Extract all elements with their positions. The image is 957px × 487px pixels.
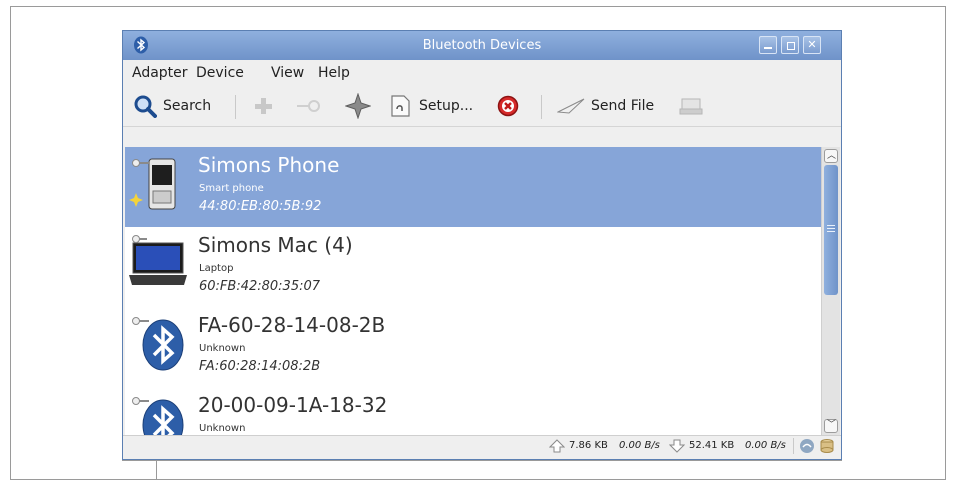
download-rate: 0.00 B/s — [745, 440, 786, 451]
bluetooth-icon — [132, 317, 184, 371]
device-row[interactable]: Simons Phone Smart phone 44:80:EB:80:5B:… — [125, 147, 821, 227]
scroll-thumb[interactable] — [824, 165, 838, 295]
maximize-button[interactable] — [781, 36, 799, 54]
remove-button[interactable] — [497, 94, 519, 118]
device-name: 20-00-09-1A-18-32 — [198, 393, 388, 417]
phone-icon — [129, 158, 176, 210]
close-icon: ✕ — [807, 38, 817, 51]
folder-icon — [679, 98, 703, 115]
device-type: Smart phone — [199, 183, 264, 194]
setup-button[interactable]: Setup... — [389, 94, 473, 118]
key-icon — [297, 100, 320, 112]
storage-icon — [820, 439, 834, 453]
window-bottom-edge — [122, 460, 842, 461]
send-file-label: Send File — [591, 98, 655, 114]
paper-plane-icon — [557, 98, 585, 114]
window-title: Bluetooth Devices — [422, 38, 542, 53]
setup-icon — [391, 95, 410, 117]
menu-adapter[interactable]: Adapter — [132, 65, 188, 81]
add-device-button[interactable] — [253, 94, 273, 118]
minimize-icon — [764, 47, 772, 49]
pair-button[interactable] — [345, 93, 371, 119]
browse-device-button[interactable] — [679, 94, 703, 118]
network-icon — [800, 439, 814, 453]
upload-rate: 0.00 B/s — [619, 440, 660, 451]
toolbar: Search Setup... Send File — [123, 86, 841, 127]
menu-device[interactable]: Device — [196, 65, 244, 81]
device-name: Simons Phone — [198, 153, 340, 177]
search-icon — [134, 95, 157, 118]
setup-label: Setup... — [419, 98, 474, 114]
device-row[interactable]: 20-00-09-1A-18-32 Unknown — [125, 387, 821, 435]
menu-help[interactable]: Help — [318, 65, 350, 81]
status-bar: 7.86 KB 0.00 B/s 52.41 KB 0.00 B/s — [123, 435, 841, 456]
maximize-icon — [787, 42, 795, 50]
upload-total: 7.86 KB — [569, 440, 608, 451]
device-address: 44:80:EB:80:5B:92 — [199, 199, 322, 214]
send-file-button[interactable]: Send File — [557, 94, 654, 118]
window-divider — [156, 460, 157, 480]
device-type: Unknown — [199, 343, 246, 354]
laptop-icon — [129, 235, 187, 285]
menu-view[interactable]: View — [271, 65, 304, 81]
plus-icon — [255, 98, 272, 114]
search-label: Search — [163, 98, 212, 114]
device-type: Unknown — [199, 423, 246, 434]
device-type: Laptop — [199, 263, 234, 274]
upload-icon — [549, 439, 565, 453]
device-row[interactable]: FA-60-28-14-08-2B Unknown FA:60:28:14:08… — [125, 307, 821, 387]
device-row[interactable]: Simons Mac (4) Laptop 60:FB:42:80:35:07 — [125, 227, 821, 307]
status-separator — [793, 438, 794, 454]
device-name: FA-60-28-14-08-2B — [198, 313, 386, 337]
minimize-button[interactable] — [759, 36, 777, 54]
chevron-up-icon: ︿ — [827, 151, 837, 161]
vertical-scrollbar[interactable]: ︿ ﹀ — [821, 147, 840, 435]
remove-icon — [497, 95, 519, 117]
download-icon — [669, 439, 685, 453]
device-name: Simons Mac (4) — [198, 233, 353, 257]
search-button[interactable]: Search — [133, 94, 211, 118]
device-list: Simons Phone Smart phone 44:80:EB:80:5B:… — [125, 147, 821, 435]
menu-bar: Adapter Device View Help — [123, 60, 841, 86]
scroll-up-button[interactable]: ︿ — [824, 149, 838, 163]
bluetooth-icon — [132, 397, 184, 435]
download-total: 52.41 KB — [689, 440, 735, 451]
trust-button[interactable] — [295, 94, 321, 118]
bluetooth-devices-window: Bluetooth Devices ✕ Adapter Device View … — [122, 30, 842, 460]
star-icon — [345, 93, 371, 119]
device-address: 60:FB:42:80:35:07 — [199, 279, 321, 294]
device-address: FA:60:28:14:08:2B — [199, 359, 321, 374]
toolbar-separator — [235, 95, 236, 119]
title-bar[interactable]: Bluetooth Devices ✕ — [123, 31, 841, 60]
toolbar-separator — [541, 95, 542, 119]
chevron-down-icon: ﹀ — [827, 420, 837, 430]
close-button[interactable]: ✕ — [803, 36, 821, 54]
scroll-down-button[interactable]: ﹀ — [824, 419, 838, 433]
